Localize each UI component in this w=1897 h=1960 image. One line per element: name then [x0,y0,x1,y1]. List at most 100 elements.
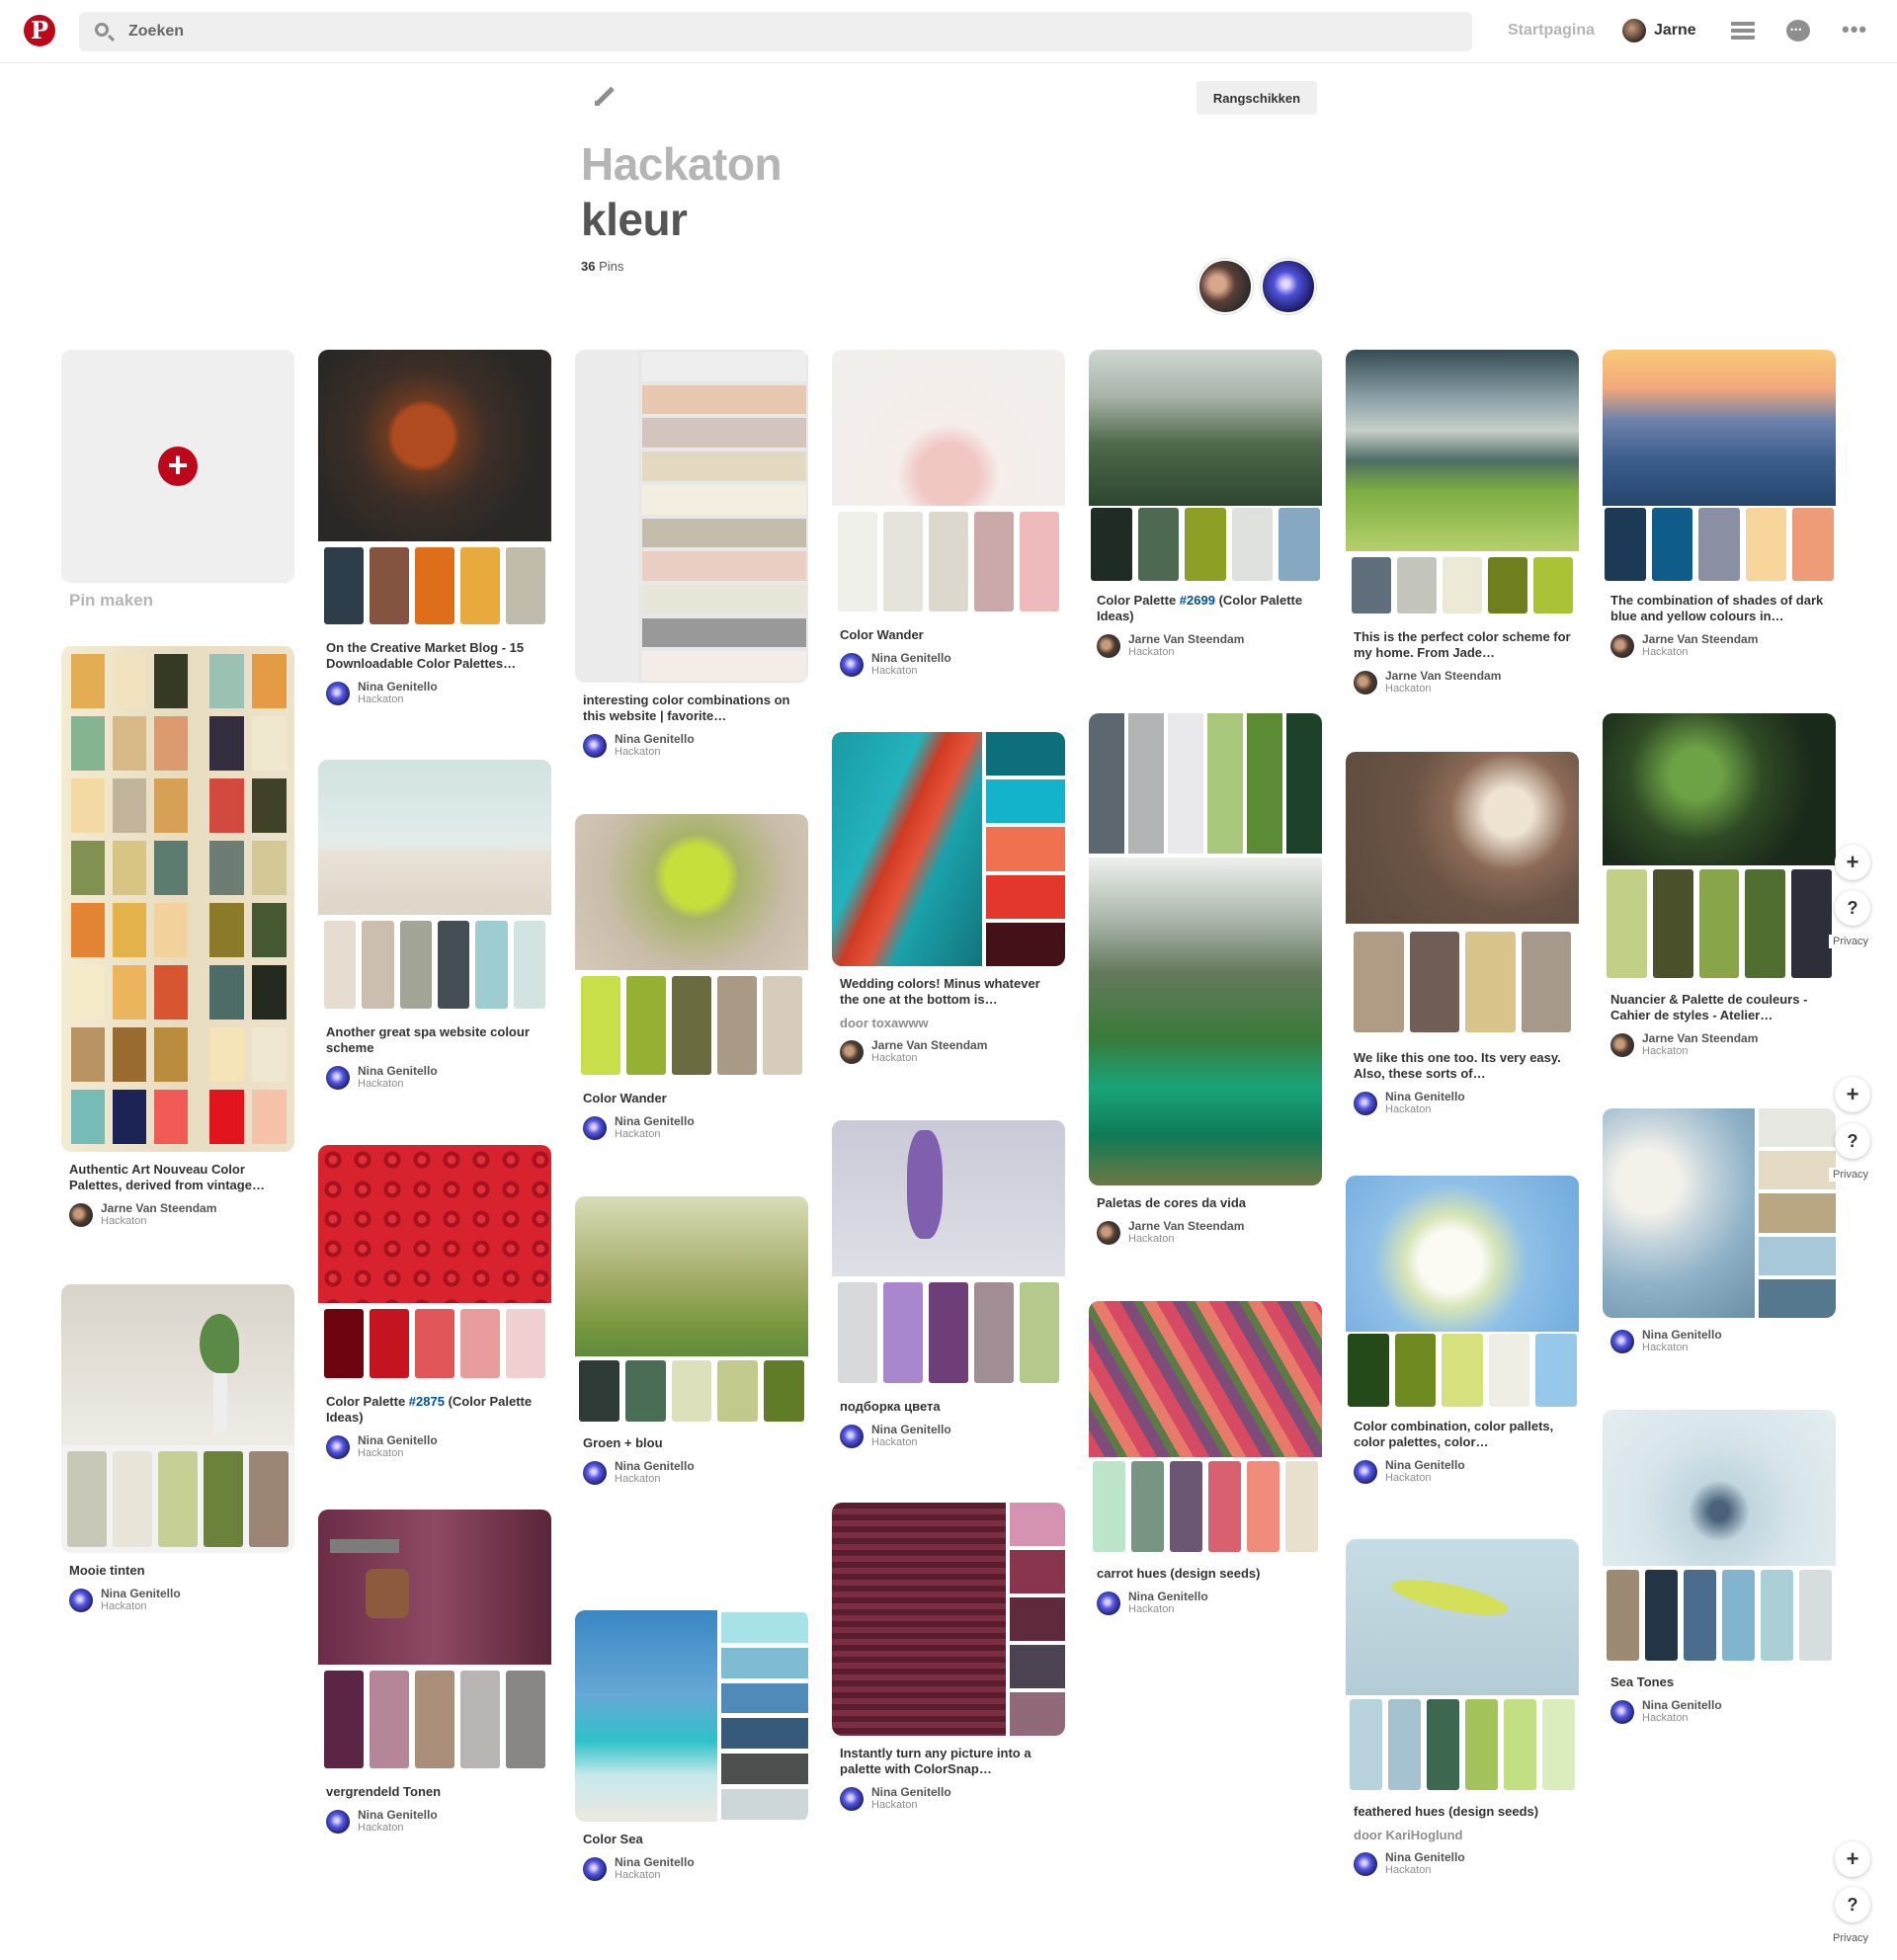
pin-attribution[interactable]: Jarne Van Steendam Hackaton [1610,1031,1828,1057]
privacy-link[interactable]: Privacy [1829,1168,1873,1182]
pin-image[interactable] [832,1503,1065,1736]
pin-card[interactable]: feathered hues (design seeds) door KariH… [1346,1539,1579,1876]
pin-attribution[interactable]: Jarne Van Steendam Hackaton [1354,669,1571,694]
pin-attribution[interactable]: Nina Genitello Hackaton [1097,1590,1314,1615]
pin-attribution[interactable]: Nina Genitello Hackaton [1610,1698,1828,1724]
pin-card[interactable]: Authentic Art Nouveau Color Palettes, de… [61,646,294,1227]
pin-image[interactable] [575,814,808,1081]
pin-image[interactable] [832,1120,1065,1389]
pin-image[interactable] [1089,350,1322,583]
arrange-button[interactable]: Rangschikken [1196,81,1317,115]
add-button[interactable]: + [1835,1841,1870,1877]
pin-card[interactable]: Color Wander Nina Genitello Hackaton [575,814,808,1140]
pin-card[interactable]: Groen + blou Nina Genitello Hackaton [575,1196,808,1485]
pin-card[interactable]: Color Sea Nina Genitello Hackaton [575,1610,808,1881]
pin-hashtag[interactable]: #2875 [409,1394,445,1409]
add-pin-icon[interactable]: + [158,447,198,486]
add-button[interactable]: + [1835,1077,1870,1112]
pin-attribution[interactable]: Nina Genitello Hackaton [840,651,1057,677]
pin-image[interactable] [575,1610,808,1822]
pin-card[interactable]: On the Creative Market Blog - 15 Downloa… [318,350,551,705]
pin-attribution[interactable]: Nina Genitello Hackaton [326,1808,543,1834]
pin-card[interactable]: Sea Tones Nina Genitello Hackaton [1603,1410,1836,1724]
pin-attribution[interactable]: Jarne Van Steendam Hackaton [1610,632,1828,658]
pin-image[interactable] [318,1145,551,1384]
pin-card[interactable]: Nuancier & Palette de couleurs - Cahier … [1603,713,1836,1057]
pin-source[interactable]: door KariHoglund [1354,1828,1571,1842]
pin-attribution[interactable]: Nina Genitello Hackaton [326,1064,543,1090]
pin-attribution[interactable]: Nina Genitello Hackaton [1610,1328,1828,1353]
pin-image[interactable] [1346,1539,1579,1794]
pin-attribution[interactable]: Nina Genitello Hackaton [583,732,800,758]
pin-card[interactable]: Mooie tinten Nina Genitello Hackaton [61,1284,294,1612]
pin-attribution[interactable]: Nina Genitello Hackaton [1354,1850,1571,1876]
pin-card[interactable]: подборка цвета Nina Genitello Hackaton [832,1120,1065,1448]
pin-card[interactable]: Color Palette #2699 (Color Palette Ideas… [1089,350,1322,658]
pin-image[interactable] [832,732,1065,966]
pin-image[interactable] [318,1510,551,1774]
pin-image[interactable] [832,350,1065,617]
pin-attribution[interactable]: Jarne Van Steendam Hackaton [69,1201,287,1227]
pin-hashtag[interactable]: #2699 [1180,593,1215,608]
pin-card[interactable]: vergrendeld Tonen Nina Genitello Hackaton [318,1510,551,1834]
pin-image[interactable] [1089,1301,1322,1556]
messages-icon[interactable] [1786,20,1810,41]
collaborator-avatar[interactable] [1261,259,1316,314]
pin-attribution[interactable]: Nina Genitello Hackaton [326,680,543,705]
pin-attribution[interactable]: Jarne Van Steendam Hackaton [840,1038,1057,1064]
pin-attribution[interactable]: Nina Genitello Hackaton [583,1459,800,1485]
pin-image[interactable] [1603,350,1836,583]
pin-attribution[interactable]: Nina Genitello Hackaton [1354,1458,1571,1484]
privacy-link[interactable]: Privacy [1829,1931,1873,1945]
pin-image[interactable] [61,646,294,1152]
pin-image[interactable] [1603,1108,1836,1318]
pin-card[interactable]: Color Palette #2875 (Color Palette Ideas… [318,1145,551,1459]
search-input[interactable] [128,12,1413,51]
pin-image[interactable] [1346,1176,1579,1409]
pin-attribution[interactable]: Nina Genitello Hackaton [1354,1090,1571,1115]
pin-image[interactable] [575,350,808,683]
collaborator-avatar[interactable] [1197,259,1253,314]
pin-attribution[interactable]: Nina Genitello Hackaton [840,1785,1057,1811]
more-options-icon[interactable]: ••• [1842,19,1869,47]
create-pin-tile[interactable]: + [61,350,294,583]
pin-image[interactable] [61,1284,294,1553]
privacy-link[interactable]: Privacy [1829,935,1873,948]
pin-image[interactable] [318,350,551,630]
pin-card[interactable]: Nina Genitello Hackaton [1603,1108,1836,1353]
pin-card[interactable]: Color combination, color pallets, color … [1346,1176,1579,1484]
search-bar[interactable] [79,12,1472,51]
pin-attribution[interactable]: Nina Genitello Hackaton [583,1855,800,1881]
pin-card[interactable]: Another great spa website colour scheme … [318,760,551,1090]
help-button[interactable]: ? [1835,890,1870,926]
pin-image[interactable] [1346,350,1579,619]
pin-attribution[interactable]: Jarne Van Steendam Hackaton [1097,1219,1314,1245]
edit-board-icon[interactable] [593,83,619,109]
pin-image[interactable] [1346,752,1579,1040]
pin-attribution[interactable]: Nina Genitello Hackaton [69,1587,287,1612]
pin-card[interactable]: We like this one too. Its very easy. Als… [1346,752,1579,1115]
pin-card[interactable]: interesting color combinations on this w… [575,350,808,758]
pin-card[interactable]: carrot hues (design seeds) Nina Genitell… [1089,1301,1322,1615]
help-button[interactable]: ? [1835,1123,1870,1159]
help-button[interactable]: ? [1835,1887,1870,1922]
pin-attribution[interactable]: Jarne Van Steendam Hackaton [1097,632,1314,658]
pin-attribution[interactable]: Nina Genitello Hackaton [840,1423,1057,1448]
pin-card[interactable]: Paletas de cores da vida Jarne Van Steen… [1089,713,1322,1245]
pin-card[interactable]: The combination of shades of dark blue a… [1603,350,1836,658]
pin-card[interactable]: This is the perfect color scheme for my … [1346,350,1579,694]
pin-attribution[interactable]: Nina Genitello Hackaton [583,1114,800,1140]
pin-image[interactable] [1603,1410,1836,1665]
pin-image[interactable] [1603,713,1836,982]
pin-attribution[interactable]: Nina Genitello Hackaton [326,1433,543,1459]
pinterest-logo-icon[interactable]: P [24,15,55,46]
pin-card[interactable]: Color Wander Nina Genitello Hackaton [832,350,1065,677]
pin-card[interactable]: Instantly turn any picture into a palett… [832,1503,1065,1811]
pin-card[interactable]: Wedding colors! Minus whatever the one a… [832,732,1065,1064]
pin-image[interactable] [318,760,551,1015]
menu-icon[interactable] [1729,19,1757,46]
home-link[interactable]: Startpagina [1508,22,1595,40]
pin-image[interactable] [1089,713,1322,1185]
pin-source[interactable]: door toxawww [840,1016,1057,1030]
add-button[interactable]: + [1835,845,1870,880]
